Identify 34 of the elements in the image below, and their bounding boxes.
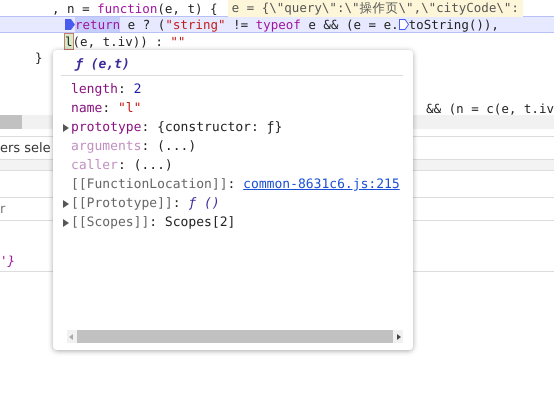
- code-text: e && (e = e.: [307, 17, 399, 32]
- property-text: [[Scopes]]: Scopes[2]: [71, 215, 236, 230]
- property-text: caller: (...): [71, 158, 173, 173]
- breakpoint-icon[interactable]: [398, 19, 409, 30]
- code-text: toString()),: [408, 17, 499, 32]
- filter-text: ers sele: [0, 140, 51, 156]
- expand-icon[interactable]: [61, 122, 71, 132]
- code-text: l: [65, 34, 73, 48]
- property-text: [[Prototype]]: ƒ (): [71, 196, 220, 211]
- code-text: (e, t) {: [157, 0, 218, 16]
- code-text: '}: [0, 252, 16, 268]
- property-text: [[FunctionLocation]]:: [71, 177, 236, 192]
- code-text: }: [35, 50, 43, 64]
- expand-icon[interactable]: [61, 218, 71, 228]
- field-text: r: [0, 202, 6, 216]
- property-text: length: 2: [71, 82, 142, 97]
- inline-value: e = {\"query\":\"操作页\",\"cityCode\":: [228, 0, 523, 16]
- code-text: typeof: [256, 17, 301, 32]
- code-text: function: [97, 0, 158, 16]
- property-text: arguments: (...): [71, 139, 196, 154]
- code-text: , n =: [52, 0, 91, 16]
- code-text: "": [170, 34, 186, 48]
- expand-icon[interactable]: [61, 198, 71, 208]
- source-link[interactable]: common-8631c6.js:215: [243, 177, 400, 192]
- code-text: && (n = c(e, t.iv: [426, 101, 554, 115]
- code-text: return: [75, 17, 120, 32]
- property-text: prototype: {constructor: ƒ}: [71, 120, 282, 135]
- function-signature: ƒ (e,t): [74, 56, 130, 74]
- code-text: e ? (: [126, 17, 166, 32]
- code-text: !=: [232, 17, 250, 32]
- code-text: (e, t.iv)) :: [72, 34, 164, 48]
- code-text: "string": [165, 17, 226, 32]
- horizontal-scrollbar[interactable]: [67, 330, 403, 343]
- property-text: name: "l": [71, 101, 142, 116]
